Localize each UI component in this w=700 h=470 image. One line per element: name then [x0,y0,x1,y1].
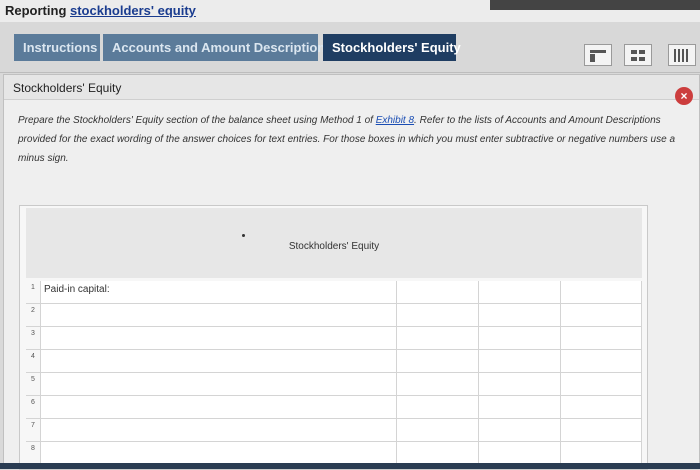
account-cell[interactable] [41,373,397,395]
row-number: 7 [26,419,41,441]
table-row: 8 [26,442,642,465]
amount-cell[interactable] [479,396,561,418]
worksheet: Stockholders' Equity 1 Paid-in capital: … [19,205,648,470]
amount-cell[interactable] [479,281,561,303]
layout-split-icon-column [590,54,595,62]
table-row: 1 Paid-in capital: [26,281,642,304]
layout-split-icon [590,50,606,53]
page-title-link[interactable]: stockholders' equity [70,3,196,18]
worksheet-grid: 1 Paid-in capital: 2 3 4 5 6 7 8 [26,281,642,465]
columns-icon-line [678,49,680,62]
amount-cell[interactable] [397,304,479,326]
table-row: 2 [26,304,642,327]
layout-grid-view-button[interactable] [624,44,652,66]
amount-cell[interactable] [397,350,479,372]
bottom-bar [0,463,700,469]
amount-cell[interactable] [561,442,642,464]
row-number: 3 [26,327,41,349]
columns-icon-line [686,49,688,62]
columns-icon [674,49,676,62]
page-title: Reporting stockholders' equity [5,3,196,18]
amount-cell[interactable] [397,442,479,464]
close-icon[interactable]: × [675,87,693,105]
row-number: 2 [26,304,41,326]
account-cell[interactable] [41,442,397,464]
amount-cell[interactable] [561,281,642,303]
amount-cell[interactable] [561,373,642,395]
amount-cell[interactable] [397,396,479,418]
instructions-text-start: Prepare the Stockholders' Equity section… [18,115,376,126]
table-row: 5 [26,373,642,396]
table-row: 3 [26,327,642,350]
amount-cell[interactable] [397,327,479,349]
table-row: 6 [26,396,642,419]
row-number: 5 [26,373,41,395]
row-number: 4 [26,350,41,372]
amount-cell[interactable] [561,396,642,418]
grid-icon-cell [639,57,645,61]
worksheet-dot [242,234,245,237]
account-cell[interactable]: Paid-in capital: [41,281,397,303]
account-cell[interactable] [41,304,397,326]
row-number: 1 [26,281,41,303]
worksheet-header: Stockholders' Equity [26,208,642,278]
account-cell-text: Paid-in capital: [44,284,110,295]
account-cell[interactable] [41,327,397,349]
tab-stockholders-equity[interactable]: Stockholders' Equity [323,34,461,61]
stockholders-equity-panel: Stockholders' Equity × Prepare the Stock… [3,74,700,470]
tab-instructions[interactable]: Instructions [14,34,100,61]
amount-cell[interactable] [479,442,561,464]
row-number: 8 [26,442,41,464]
table-row: 7 [26,419,642,442]
grid-icon-cell [631,57,637,61]
amount-cell[interactable] [479,304,561,326]
panel-header: Stockholders' Equity [4,75,699,100]
amount-cell[interactable] [479,327,561,349]
amount-cell[interactable] [561,350,642,372]
top-bar-dark-region [490,0,700,10]
page-title-prefix: Reporting [5,3,70,18]
amount-cell[interactable] [479,419,561,441]
grid-icon-cell [639,50,645,54]
account-cell[interactable] [41,350,397,372]
amount-cell[interactable] [397,419,479,441]
tab-strip: Instructions Accounts and Amount Descrip… [0,22,700,73]
layout-columns-view-button[interactable] [668,44,696,66]
exhibit-link[interactable]: Exhibit 8 [376,115,414,126]
instructions-text: Prepare the Stockholders' Equity section… [18,111,678,168]
amount-cell[interactable] [479,350,561,372]
amount-cell[interactable] [397,373,479,395]
top-bar: Reporting stockholders' equity [0,0,700,22]
amount-cell[interactable] [561,304,642,326]
account-cell[interactable] [41,396,397,418]
tab-accounts-and-amount-descriptions[interactable]: Accounts and Amount Descriptions [103,34,333,61]
amount-cell[interactable] [397,281,479,303]
account-cell[interactable] [41,419,397,441]
panel-title: Stockholders' Equity [13,81,122,95]
table-row: 4 [26,350,642,373]
amount-cell[interactable] [561,327,642,349]
row-number: 6 [26,396,41,418]
columns-icon-line [682,49,684,62]
amount-cell[interactable] [479,373,561,395]
grid-icon [631,50,637,54]
worksheet-title: Stockholders' Equity [288,241,380,252]
layout-split-view-button[interactable] [584,44,612,66]
amount-cell[interactable] [561,419,642,441]
